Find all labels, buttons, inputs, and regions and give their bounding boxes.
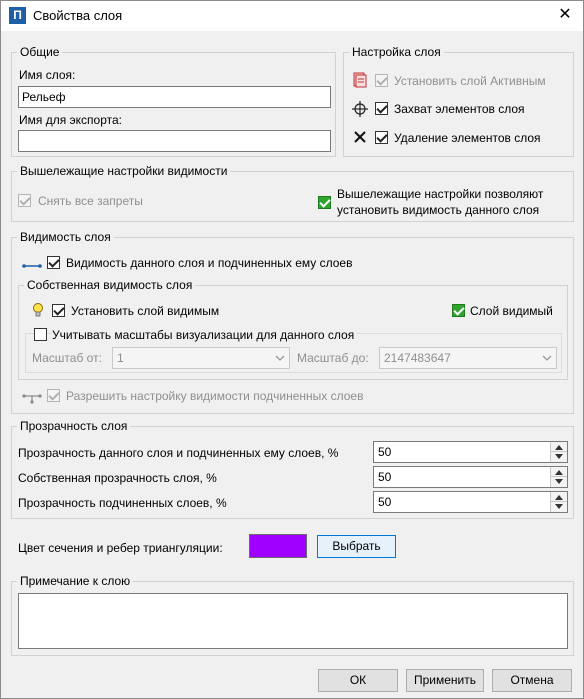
scale-from-select[interactable]: 1 [112,347,290,369]
scale-to-select[interactable]: 2147483647 [379,347,557,369]
scale-to-value: 2147483647 [384,351,451,365]
set-active-label: Установить слой Активным [394,74,546,88]
layer-properties-dialog: П Свойства слоя ✕ Общие Имя слоя: Рельеф… [0,0,584,699]
layer-stack-icon [353,72,367,88]
cancel-button[interactable]: Отмена [492,669,572,692]
capture-label: Захват элементов слоя [394,102,525,116]
spinner-buttons[interactable] [550,492,567,512]
remove-all-label: Снять все запреты [38,194,143,208]
spinner-value: 50 [378,470,392,484]
scale-checkbox[interactable] [34,328,47,341]
visibility-label: Видимость данного слоя и подчиненных ему… [66,256,353,270]
window-title: Свойства слоя [33,8,123,23]
layer-visible-label: Слой видимый [470,304,553,318]
layer-visible-indicator [452,304,465,317]
close-button[interactable]: ✕ [553,4,577,26]
spinner-buttons[interactable] [550,442,567,462]
set-visible-label: Установить слой видимым [71,304,220,318]
general-legend: Общие [20,45,60,59]
parent-allow-line1: Вышележащие настройки позволяют [337,187,544,201]
scale-from-value: 1 [117,351,124,365]
note-legend: Примечание к слою [20,574,131,588]
capture-checkbox[interactable] [375,102,388,115]
transparency-row-label: Прозрачность подчиненных слоев, % [18,496,227,510]
color-label: Цвет сечения и ребер триангуляции: [18,541,223,555]
choose-color-button[interactable]: Выбрать [317,535,396,558]
layer-name-input[interactable]: Рельеф [18,86,331,108]
title-bar: П Свойства слоя ✕ [1,1,583,31]
chevron-down-icon [275,355,285,361]
spinner-value: 50 [378,495,392,509]
delete-checkbox[interactable] [375,131,388,144]
set-active-checkbox[interactable] [375,74,388,87]
ok-button[interactable]: ОК [318,669,398,692]
parent-allow-line2: установить видимость данного слоя [337,203,540,217]
delete-label: Удаление элементов слоя [394,131,541,145]
visibility-checkbox[interactable] [47,256,60,269]
layer-visibility-legend: Видимость слоя [20,230,111,244]
layer-settings-legend: Настройка слоя [352,45,441,59]
parent-visibility-legend: Вышележащие настройки видимости [20,164,228,178]
transparency-legend: Прозрачность слоя [20,419,128,433]
scale-to-label: Масштаб до: [297,351,369,365]
x-cross-icon [354,131,366,143]
export-name-label: Имя для экспорта: [19,113,123,127]
export-name-input[interactable] [18,130,331,152]
own-visibility-legend: Собственная видимость слоя [27,278,193,292]
scale-from-label: Масштаб от: [32,351,102,365]
transparency-row-label: Собственная прозрачность слоя, % [18,471,217,485]
transparency-sub-spinner[interactable]: 50 [373,491,568,513]
set-visible-checkbox[interactable] [52,304,65,317]
line-node-icon [22,264,42,268]
apply-button[interactable]: Применить [406,669,484,692]
color-swatch[interactable] [249,534,307,558]
app-icon: П [9,7,26,24]
parent-allow-indicator [318,196,331,209]
allow-sub-label: Разрешить настройку видимости подчиненны… [66,389,364,403]
spinner-value: 50 [378,445,392,459]
crosshair-icon [352,101,368,117]
transparency-total-spinner[interactable]: 50 [373,441,568,463]
transparency-row-label: Прозрачность данного слоя и подчиненных … [18,446,339,460]
tree-branch-icon [22,394,42,404]
remove-all-checkbox[interactable] [18,194,31,207]
scale-label: Учитывать масштабы визуализации для данн… [52,328,358,342]
chevron-down-icon [542,355,552,361]
layer-name-label: Имя слоя: [19,68,76,82]
transparency-own-spinner[interactable]: 50 [373,466,568,488]
lightbulb-icon [33,303,43,317]
spinner-buttons[interactable] [550,467,567,487]
note-textarea[interactable] [18,593,568,649]
allow-sub-checkbox[interactable] [47,389,60,402]
